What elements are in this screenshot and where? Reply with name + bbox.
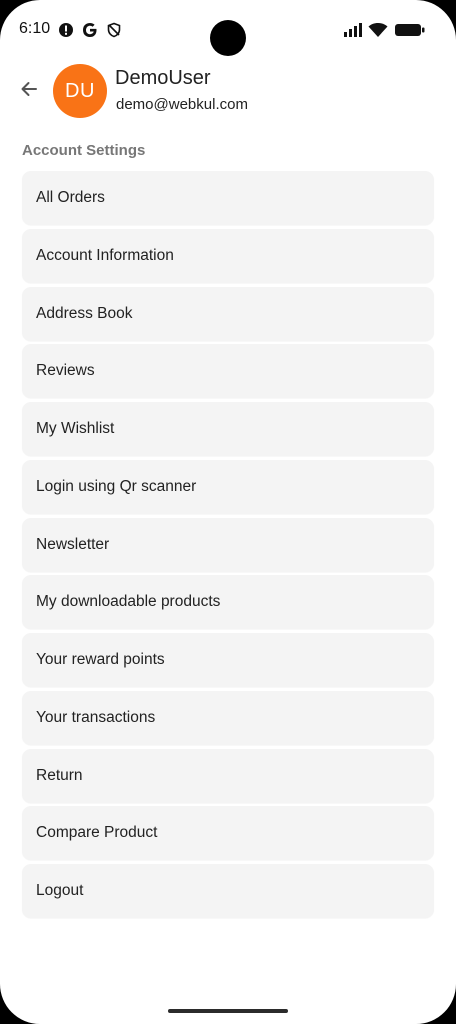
account-settings-menu: All Orders Account Information Address B… <box>22 171 434 922</box>
google-icon <box>82 22 98 38</box>
user-email: demo@webkul.com <box>116 96 248 113</box>
menu-item-downloadable-products[interactable]: My downloadable products <box>22 575 434 630</box>
avatar[interactable]: DU <box>53 64 107 118</box>
back-button[interactable] <box>14 78 44 104</box>
menu-item-account-information[interactable]: Account Information <box>22 228 434 283</box>
menu-item-reviews[interactable]: Reviews <box>22 344 434 399</box>
arrow-left-icon <box>20 80 38 103</box>
screen: 6:10 DU DemoUser demo@webkul.com Account… <box>0 0 456 1024</box>
user-name: DemoUser <box>115 67 211 89</box>
menu-item-address-book[interactable]: Address Book <box>22 286 434 341</box>
menu-item-reward-points[interactable]: Your reward points <box>22 633 434 687</box>
section-title: Account Settings <box>22 142 146 159</box>
home-indicator[interactable] <box>168 1009 288 1013</box>
menu-item-logout[interactable]: Logout <box>22 864 434 918</box>
battery-icon <box>394 22 426 38</box>
front-camera <box>210 20 246 56</box>
alert-circle-icon <box>58 22 74 38</box>
menu-item-newsletter[interactable]: Newsletter <box>22 517 434 572</box>
menu-item-compare-product[interactable]: Compare Product <box>22 806 434 861</box>
wifi-icon <box>368 22 388 38</box>
shield-icon <box>106 22 122 38</box>
status-time: 6:10 <box>19 20 51 37</box>
menu-item-return[interactable]: Return <box>22 748 434 803</box>
menu-item-all-orders[interactable]: All Orders <box>22 171 434 225</box>
menu-item-login-qr-scanner[interactable]: Login using Qr scanner <box>22 459 434 514</box>
menu-item-transactions[interactable]: Your transactions <box>22 690 434 745</box>
menu-item-my-wishlist[interactable]: My Wishlist <box>22 402 434 456</box>
signal-icon <box>343 22 363 38</box>
status-bar: 6:10 <box>0 0 456 60</box>
